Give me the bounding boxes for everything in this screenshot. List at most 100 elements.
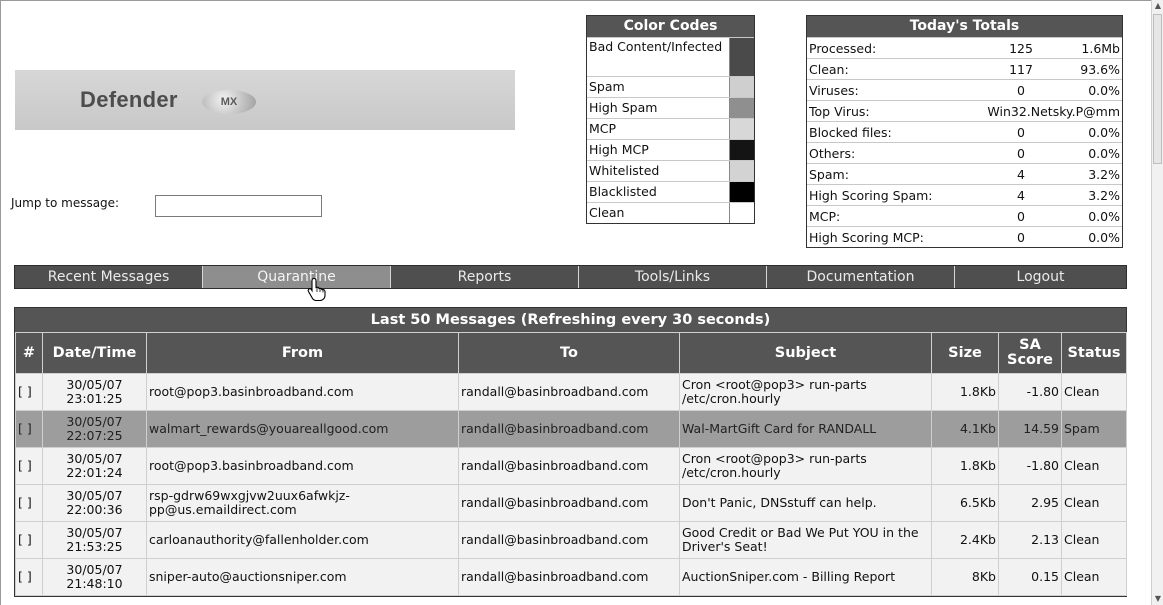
main-navigation: Recent Messages Quarantine Reports Tools/Li… <box>14 265 1127 289</box>
totals-row: Spam: 4 3.2% <box>807 163 1122 185</box>
totals-count: Win32.Netsky.P@mm <box>984 100 1122 122</box>
scrollbar-thumb[interactable] <box>1153 14 1162 164</box>
select-checkbox[interactable]: [ ] <box>15 558 43 596</box>
message-size: 6.5Kb <box>931 484 999 522</box>
message-subject: Cron <root@pop3> run-parts /etc/cron.hou… <box>679 447 932 485</box>
message-time: 23:01:25 <box>66 391 123 406</box>
totals-count: 0 <box>984 205 1058 227</box>
totals-row: Processed: 125 1.6Mb <box>807 37 1122 59</box>
message-to: randall@basinbroadband.com <box>458 447 680 485</box>
message-time: 22:00:36 <box>66 502 123 517</box>
message-status: Clean <box>1061 373 1127 411</box>
nav-tab-tools-links[interactable]: Tools/Links <box>579 266 767 288</box>
message-size: 4.1Kb <box>931 410 999 448</box>
column-header-sa-score[interactable]: SA Score <box>998 332 1062 374</box>
jump-to-message-input[interactable] <box>155 195 322 217</box>
totals-value: 3.2% <box>1058 163 1122 185</box>
color-code-row: High MCP <box>587 139 754 160</box>
message-size: 1.8Kb <box>931 447 999 485</box>
totals-value: 0.0% <box>1058 142 1122 164</box>
column-header-status[interactable]: Status <box>1061 332 1127 374</box>
message-datetime[interactable]: 30/05/07 23:01:25 <box>42 373 147 411</box>
totals-label: Processed: <box>807 37 984 59</box>
message-row[interactable]: [ ] 30/05/07 23:01:25 root@pop3.basinbroadb… <box>15 373 1127 411</box>
color-swatch <box>729 98 754 118</box>
color-swatch <box>729 203 754 223</box>
column-header-to[interactable]: To <box>458 332 680 374</box>
message-subject: Don't Panic, DNSstuff can help. <box>679 484 932 522</box>
nav-tab-quarantine[interactable]: Quarantine <box>203 266 391 288</box>
message-datetime[interactable]: 30/05/07 21:53:25 <box>42 521 147 559</box>
totals-row: MCP: 0 0.0% <box>807 205 1122 227</box>
message-sa-score: -1.80 <box>998 373 1062 411</box>
color-swatch <box>729 161 754 181</box>
message-sa-score: 0.15 <box>998 558 1062 596</box>
totals-label: Top Virus: <box>807 100 984 122</box>
vertical-scrollbar[interactable]: ▲ ▼ <box>1151 0 1163 605</box>
message-datetime[interactable]: 30/05/07 22:00:36 <box>42 484 147 522</box>
hand-pointer-icon <box>307 277 326 301</box>
message-sa-score: 14.59 <box>998 410 1062 448</box>
message-datetime[interactable]: 30/05/07 21:48:10 <box>42 558 147 596</box>
totals-value: 3.2% <box>1058 184 1122 206</box>
todays-totals-title: Today's Totals <box>807 16 1122 37</box>
message-row[interactable]: [ ] 30/05/07 21:53:25 carloanauthority@fall… <box>15 521 1127 559</box>
message-sa-score: -1.80 <box>998 447 1062 485</box>
scroll-down-icon[interactable]: ▼ <box>1153 593 1163 605</box>
column-header-date-time[interactable]: Date/Time <box>42 332 147 374</box>
message-date: 30/05/07 <box>66 525 123 540</box>
color-code-row: Blacklisted <box>587 181 754 202</box>
defendermx-logo: Defender MX <box>15 70 515 130</box>
message-row[interactable]: [ ] 30/05/07 22:07:25 walmart_rewards@youar… <box>15 410 1127 448</box>
nav-tab-logout[interactable]: Logout <box>955 266 1126 288</box>
select-checkbox[interactable]: [ ] <box>15 484 43 522</box>
totals-row: Viruses: 0 0.0% <box>807 79 1122 101</box>
select-checkbox[interactable]: [ ] <box>15 410 43 448</box>
message-row[interactable]: [ ] 30/05/07 22:01:24 root@pop3.basinbroadb… <box>15 447 1127 485</box>
message-to: randall@basinbroadband.com <box>458 558 680 596</box>
message-datetime[interactable]: 30/05/07 22:01:24 <box>42 447 147 485</box>
message-size: 8Kb <box>931 558 999 596</box>
message-status: Clean <box>1061 447 1127 485</box>
message-sa-score: 2.13 <box>998 521 1062 559</box>
totals-value: 0.0% <box>1058 205 1122 227</box>
message-size: 2.4Kb <box>931 521 999 559</box>
column-header-from[interactable]: From <box>146 332 459 374</box>
select-checkbox[interactable]: [ ] <box>15 373 43 411</box>
nav-tab-documentation[interactable]: Documentation <box>767 266 955 288</box>
column-header-subject[interactable]: Subject <box>679 332 932 374</box>
totals-count: 4 <box>984 184 1058 206</box>
message-from: carloanauthority@fallenholder.com <box>146 521 459 559</box>
message-status: Clean <box>1061 521 1127 559</box>
totals-count: 0 <box>984 121 1058 143</box>
message-row[interactable]: [ ] 30/05/07 22:00:36 rsp-gdrw69wxgjvw2uux6… <box>15 484 1127 522</box>
message-subject: Wal-MartGift Card for RANDALL <box>679 410 932 448</box>
totals-label: Others: <box>807 142 984 164</box>
nav-tab-recent-messages[interactable]: Recent Messages <box>15 266 203 288</box>
column-header-size[interactable]: Size <box>931 332 999 374</box>
message-datetime[interactable]: 30/05/07 22:07:25 <box>42 410 147 448</box>
totals-row: Clean: 117 93.6% <box>807 58 1122 80</box>
message-size: 1.8Kb <box>931 373 999 411</box>
message-subject: Good Credit or Bad We Put YOU in the Dri… <box>679 521 932 559</box>
jump-to-message-label: Jump to message: <box>11 196 120 210</box>
totals-count: 117 <box>984 58 1058 80</box>
totals-count: 0 <box>984 226 1058 247</box>
color-code-label: Bad Content/Infected <box>589 39 723 54</box>
logo-text: Defender <box>80 87 178 112</box>
nav-tab-reports[interactable]: Reports <box>391 266 579 288</box>
select-checkbox[interactable]: [ ] <box>15 447 43 485</box>
color-swatch <box>729 77 754 97</box>
totals-label: Clean: <box>807 58 984 80</box>
color-code-label: Whitelisted <box>589 163 660 178</box>
column-header--[interactable]: # <box>15 332 43 374</box>
color-code-label: High MCP <box>589 142 649 157</box>
totals-value: 0.0% <box>1058 121 1122 143</box>
scroll-up-icon[interactable]: ▲ <box>1153 0 1163 12</box>
color-code-row: Spam <box>587 76 754 97</box>
select-checkbox[interactable]: [ ] <box>15 521 43 559</box>
color-swatch <box>729 38 754 76</box>
totals-count: 4 <box>984 163 1058 185</box>
message-row[interactable]: [ ] 30/05/07 21:48:10 sniper-auto@auctionsn… <box>15 558 1127 596</box>
message-to: randall@basinbroadband.com <box>458 521 680 559</box>
